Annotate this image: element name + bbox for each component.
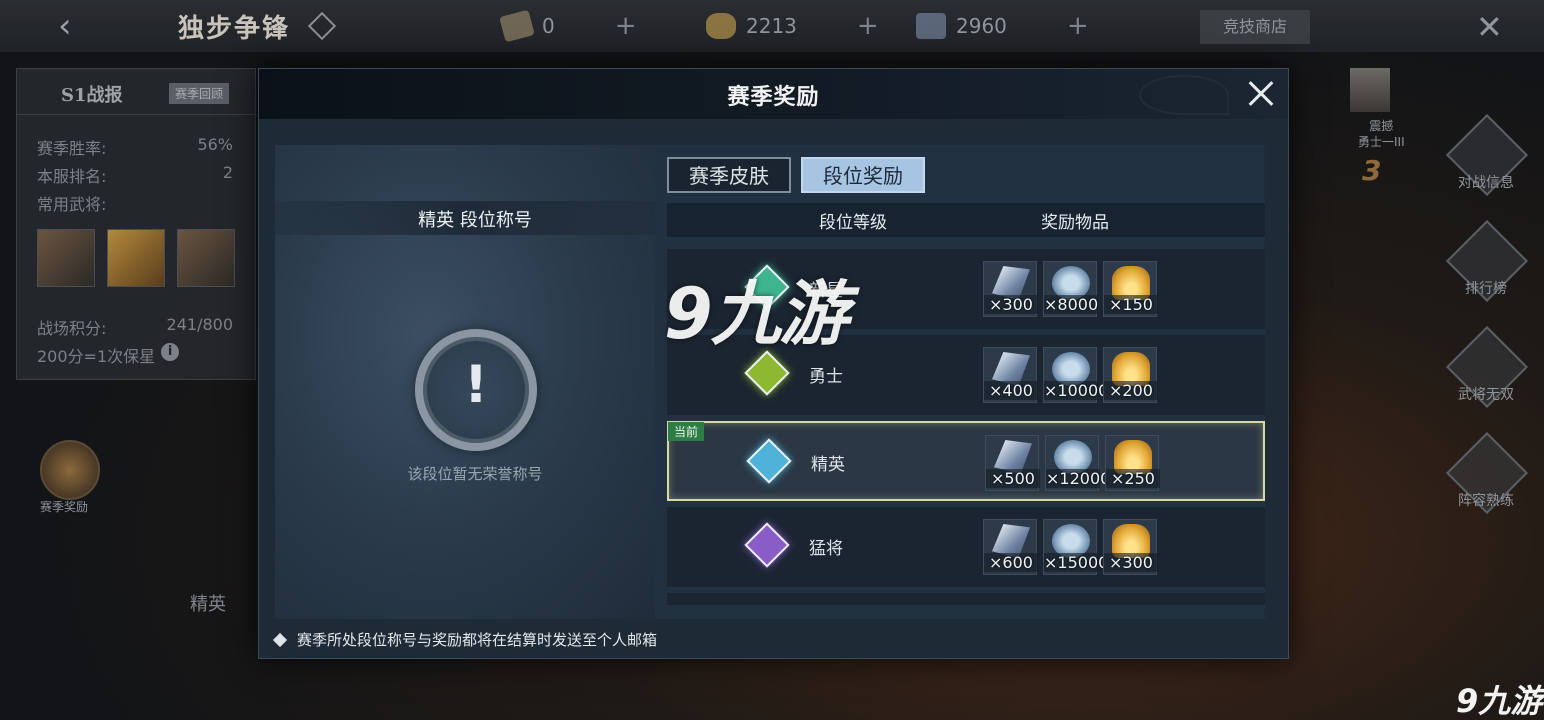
bottom-rank-label: 精英: [190, 594, 226, 615]
gold-count: 2213: [746, 14, 797, 38]
arena-token-reward[interactable]: ×300: [983, 261, 1038, 317]
gold-ingot-reward[interactable]: ×300: [1103, 519, 1158, 575]
hero-avatar[interactable]: [107, 229, 165, 287]
tab-rank-reward[interactable]: 段位奖励: [801, 157, 925, 193]
report-title: S1战报: [61, 85, 123, 106]
tab-season-skin[interactable]: 赛季皮肤: [667, 157, 791, 193]
leaderboard-button[interactable]: 排行榜: [1445, 219, 1529, 304]
score-value: 241/800: [166, 315, 233, 334]
resource-arena-token: 2960 +: [916, 11, 1089, 41]
header-reward-items: 奖励物品: [1041, 213, 1109, 233]
rank-title-panel: 精英 段位称号 ! 该段位暂无荣誉称号: [275, 145, 655, 619]
coin-reward[interactable]: ×8000: [1043, 261, 1098, 317]
hero-avatar[interactable]: [37, 229, 95, 287]
arena-token-count: 2960: [956, 14, 1007, 38]
coin-reward[interactable]: ×12000: [1045, 435, 1110, 491]
no-title-text: 该段位暂无荣誉称号: [407, 465, 543, 483]
modal-title: 赛季奖励: [727, 84, 820, 110]
protect-note: 200分=1次保星: [37, 347, 156, 366]
lineup-mastery-button[interactable]: 阵容熟练: [1445, 431, 1529, 516]
coin-reward[interactable]: ×15000: [1043, 519, 1108, 575]
close-icon[interactable]: ✕: [1476, 8, 1503, 46]
season-reward-label: 赛季奖励: [40, 500, 89, 514]
exclamation-icon: !: [415, 329, 537, 451]
score-label: 战场积分:: [37, 319, 107, 338]
footnote: 赛季所处段位称号与奖励都将在结算时发送至个人邮箱: [273, 629, 657, 650]
rank-name: 猛将: [809, 539, 843, 559]
season-reward-modal: 赛季奖励 精英 段位称号 ! 该段位暂无荣誉称号 赛季皮肤 段位奖励 段位等级 …: [258, 68, 1289, 659]
modal-body: 精英 段位称号 ! 该段位暂无荣誉称号 赛季皮肤 段位奖励 段位等级 奖励物品 …: [275, 145, 1265, 619]
gold-ingot-reward[interactable]: ×250: [1105, 435, 1160, 491]
gold-ingot-icon: [706, 13, 736, 39]
top-bar: ‹ 独步争锋 0 + 2213 + 2960 + 竞技商店 ✕: [0, 0, 1544, 52]
current-tag: 当前: [668, 422, 705, 441]
player-rank-number: 3: [1362, 154, 1382, 187]
page-title: 独步争锋: [178, 14, 291, 44]
footnote-text: 赛季所处段位称号与奖励都将在结算时发送至个人邮箱: [297, 631, 658, 649]
season-review-button[interactable]: 赛季回顾: [169, 83, 230, 104]
server-rank-value: 2: [222, 163, 233, 182]
header-rank-level: 段位等级: [819, 213, 887, 233]
win-rate-value: 56%: [197, 135, 233, 154]
win-rate-label: 赛季胜率:: [37, 139, 107, 158]
hero-list: [37, 229, 235, 287]
add-gold-button[interactable]: +: [857, 11, 879, 41]
arena-token-reward[interactable]: ×600: [983, 519, 1038, 575]
rank-row-jingying[interactable]: 当前 精英 ×500 ×12000 ×250: [667, 421, 1265, 501]
modal-close-icon[interactable]: [1243, 77, 1279, 111]
hero-avatar[interactable]: [177, 229, 235, 287]
add-arena-token-button[interactable]: +: [1067, 11, 1089, 41]
battle-info-button[interactable]: 对战信息: [1445, 113, 1529, 198]
rank-emblem-icon: [743, 521, 791, 569]
info-icon[interactable]: i: [161, 343, 180, 361]
arena-token-reward[interactable]: ×400: [983, 347, 1038, 403]
player-name: 震撼 勇士一III: [1358, 119, 1405, 149]
modal-header: 赛季奖励: [259, 69, 1288, 119]
gold-ingot-reward[interactable]: ×150: [1103, 261, 1158, 317]
gold-ingot-reward[interactable]: ×200: [1103, 347, 1158, 403]
ticket-count: 0: [542, 14, 555, 38]
info-diamond-icon[interactable]: [307, 11, 337, 41]
coin-reward[interactable]: ×10000: [1043, 347, 1108, 403]
heroes-label: 常用武将:: [37, 195, 107, 214]
add-ticket-button[interactable]: +: [615, 11, 637, 41]
arena-token-icon: [916, 13, 946, 39]
player-avatar[interactable]: [1350, 68, 1390, 112]
rank-row-mengjiang[interactable]: 猛将 ×600 ×15000 ×300: [667, 507, 1265, 587]
ticket-icon: [499, 9, 535, 43]
diamond-bullet-icon: [273, 633, 287, 647]
resource-ticket: 0 +: [499, 9, 637, 43]
jiuyou-watermark-logo: 9九游: [664, 273, 849, 355]
rank-title-heading: 精英 段位称号: [418, 210, 532, 231]
rank-name: 精英: [811, 455, 845, 475]
resource-gold: 2213 +: [706, 11, 879, 41]
back-arrow-icon[interactable]: ‹: [58, 8, 88, 44]
arena-shop-button[interactable]: 竞技商店: [1200, 10, 1310, 44]
hero-peerless-button[interactable]: 武将无双: [1445, 325, 1529, 410]
season-report-panel: S1战报 赛季回顾 赛季胜率: 56% 本服排名: 2 常用武将: 战场积分: 241…: [16, 68, 256, 380]
rank-row-next[interactable]: [667, 593, 1265, 605]
table-header: [667, 203, 1265, 237]
rank-emblem-icon: [745, 437, 793, 485]
rank-name: 勇士: [809, 367, 843, 387]
arena-token-reward[interactable]: ×500: [985, 435, 1040, 491]
season-reward-avatar[interactable]: [40, 440, 100, 500]
server-rank-label: 本服排名:: [37, 167, 107, 186]
jiuyou-corner-logo: 9九游: [1456, 682, 1543, 720]
